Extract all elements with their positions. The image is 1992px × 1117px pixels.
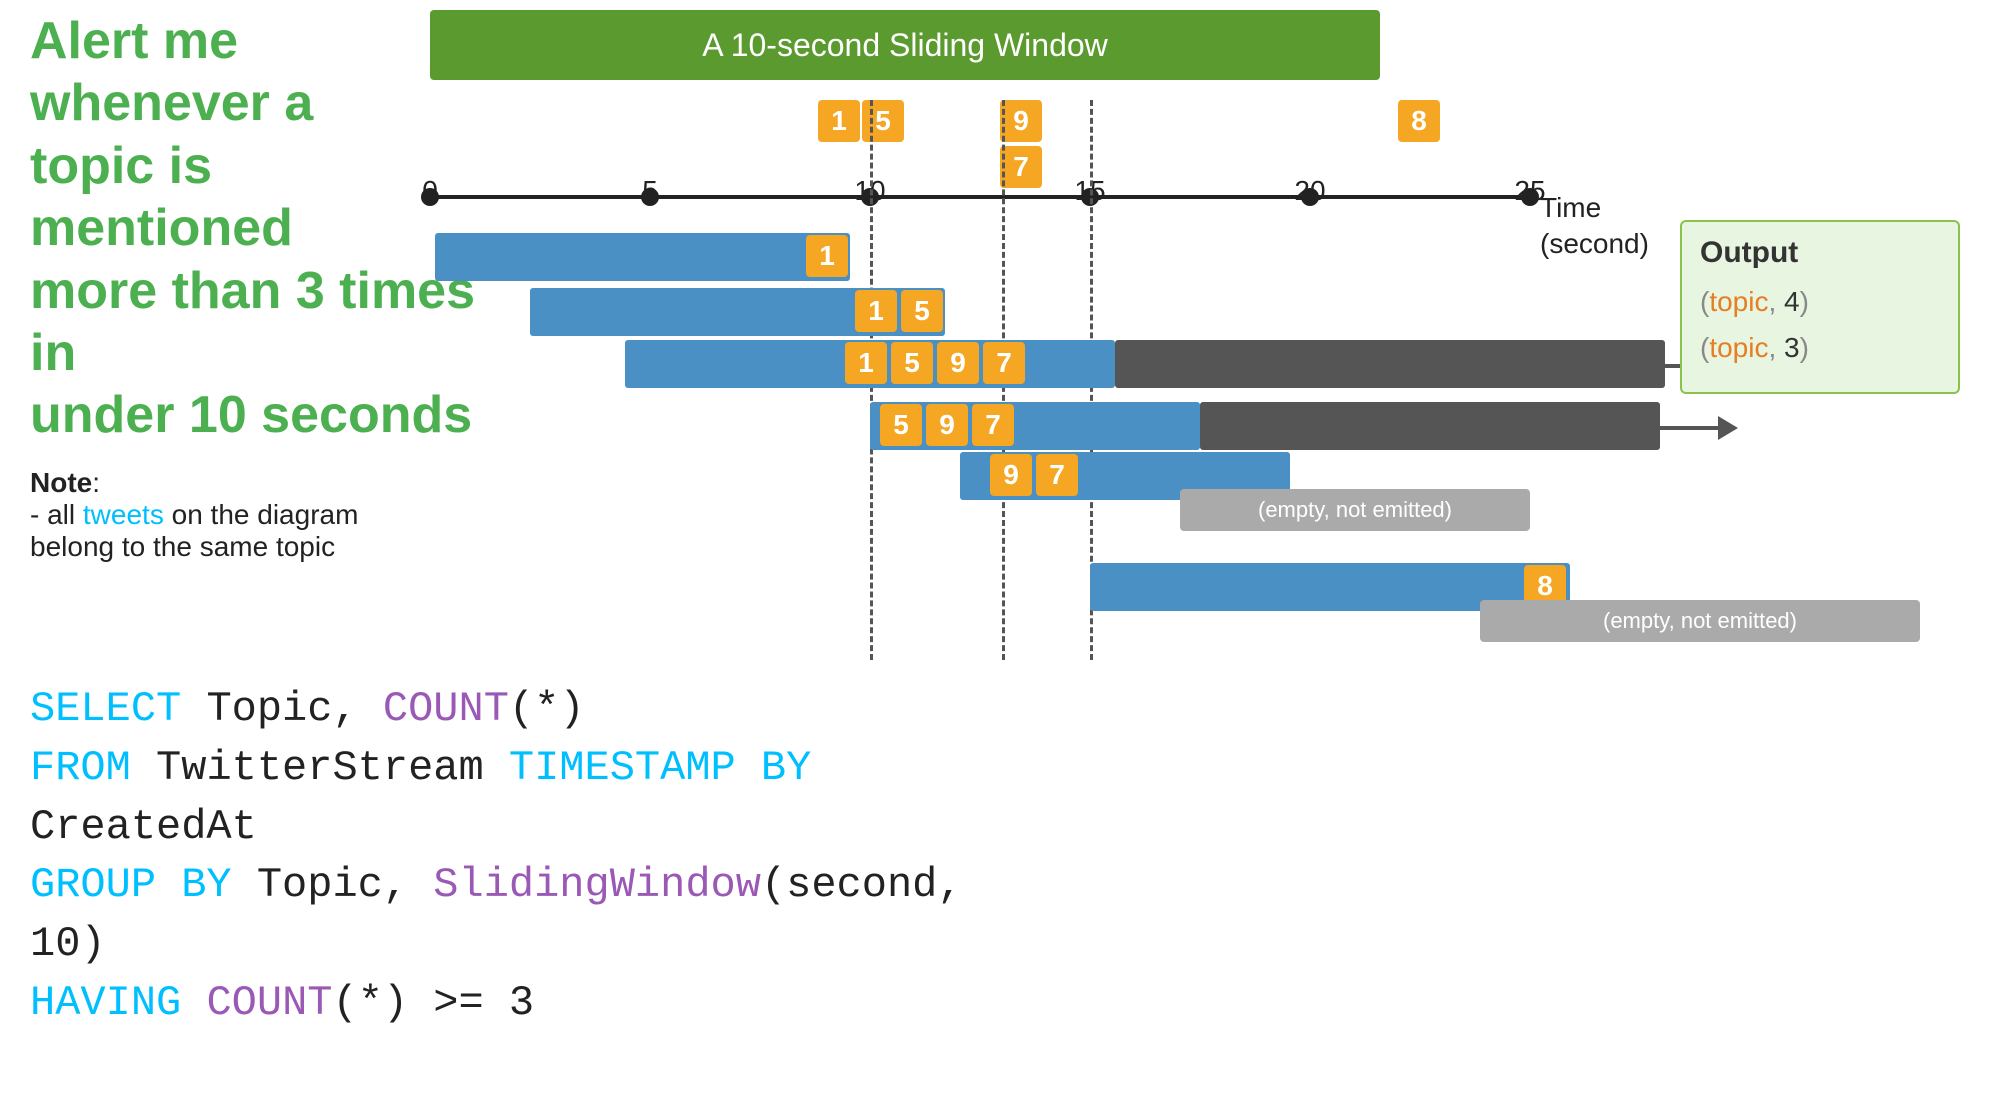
tick-label-20: 20	[1294, 175, 1325, 207]
note-section: Note: - all tweets on the diagram belong…	[30, 467, 480, 563]
bar2-badge1: 1	[855, 290, 897, 332]
output-panel: Output (topic, 4) (topic, 3)	[1680, 220, 1960, 394]
empty-label-2: (empty, not emitted)	[1603, 608, 1797, 634]
sql-line-2: FROM TwitterStream TIMESTAMP BY CreatedA…	[30, 739, 1030, 857]
alert-line2: topic is mentioned	[30, 137, 293, 257]
bar3-badge9: 9	[937, 342, 979, 384]
badge-5-timeline: 5	[862, 100, 904, 142]
alert-text: Alert me whenever a topic is mentioned m…	[30, 10, 480, 447]
output-item-1: (topic, 4)	[1700, 286, 1940, 318]
diagram-area: A 10-second Sliding Window 1 5 9 7 8 0 5…	[430, 10, 1960, 710]
badge-1-timeline: 1	[818, 100, 860, 142]
bar-4-gray	[1200, 402, 1660, 450]
bar-3-gray	[1115, 340, 1665, 388]
bar3-badge1: 1	[845, 342, 887, 384]
bar-4-blue: 5 9 7	[870, 402, 1200, 450]
sql-section: SELECT Topic, COUNT(*) FROM TwitterStrea…	[30, 680, 1030, 1033]
bar-4-arrow	[1660, 426, 1720, 430]
note-text1: - all	[30, 499, 83, 530]
bar-2: 1 5	[530, 288, 945, 336]
kw-select: SELECT	[30, 685, 181, 733]
badge-7-timeline: 7	[1000, 146, 1042, 188]
badge-8-timeline: 8	[1398, 100, 1440, 142]
bar1-badge1: 1	[806, 235, 848, 277]
bar-1: 1	[435, 233, 850, 281]
bar-5-empty: (empty, not emitted)	[1180, 489, 1530, 531]
kw-count-2: COUNT	[206, 979, 332, 1027]
bar3-badge5: 5	[891, 342, 933, 384]
sql-line-1: SELECT Topic, COUNT(*)	[30, 680, 1030, 739]
bar5-badge9: 9	[990, 454, 1032, 496]
kw-from: FROM	[30, 744, 131, 792]
output-title: Output	[1700, 236, 1940, 270]
tick-label-0: 0	[422, 175, 438, 207]
note-text3: belong to the same topic	[30, 531, 335, 562]
timeline-axis	[430, 195, 1530, 199]
tick-label-5: 5	[642, 175, 658, 207]
kw-count-1: COUNT	[383, 685, 509, 733]
alert-line1: Alert me whenever a	[30, 12, 313, 132]
alert-line3: more than 3 times in	[30, 262, 475, 382]
badge-9-timeline: 9	[1000, 100, 1042, 142]
alert-line4: under 10 seconds	[30, 386, 472, 444]
sql-line-4: HAVING COUNT(*) >= 3	[30, 974, 1030, 1033]
header-bar: A 10-second Sliding Window	[430, 10, 1380, 80]
kw-having: HAVING	[30, 979, 181, 1027]
kw-sliding-window: SlidingWindow	[433, 861, 761, 909]
left-panel: Alert me whenever a topic is mentioned m…	[30, 10, 480, 563]
note-text2: on the diagram	[164, 499, 359, 530]
header-bar-text: A 10-second Sliding Window	[702, 27, 1108, 64]
bar4-badge7: 7	[972, 404, 1014, 446]
sql-line-3: GROUP BY Topic, SlidingWindow(second, 10…	[30, 856, 1030, 974]
tweets-link: tweets	[83, 499, 164, 530]
note-label: Note	[30, 467, 92, 498]
bar-6-empty: (empty, not emitted)	[1480, 600, 1920, 642]
bar2-badge5: 5	[901, 290, 943, 332]
kw-group-by: GROUP BY	[30, 861, 232, 909]
bar-3-blue: 1 5 9 7	[625, 340, 1115, 388]
kw-timestamp-by: TIMESTAMP BY	[509, 744, 811, 792]
empty-label-1: (empty, not emitted)	[1258, 497, 1452, 523]
output-item-2: (topic, 3)	[1700, 332, 1940, 364]
time-label: Time (second)	[1540, 190, 1649, 263]
bar5-badge7: 7	[1036, 454, 1078, 496]
bar4-badge5: 5	[880, 404, 922, 446]
bar3-badge7: 7	[983, 342, 1025, 384]
bar4-badge9: 9	[926, 404, 968, 446]
